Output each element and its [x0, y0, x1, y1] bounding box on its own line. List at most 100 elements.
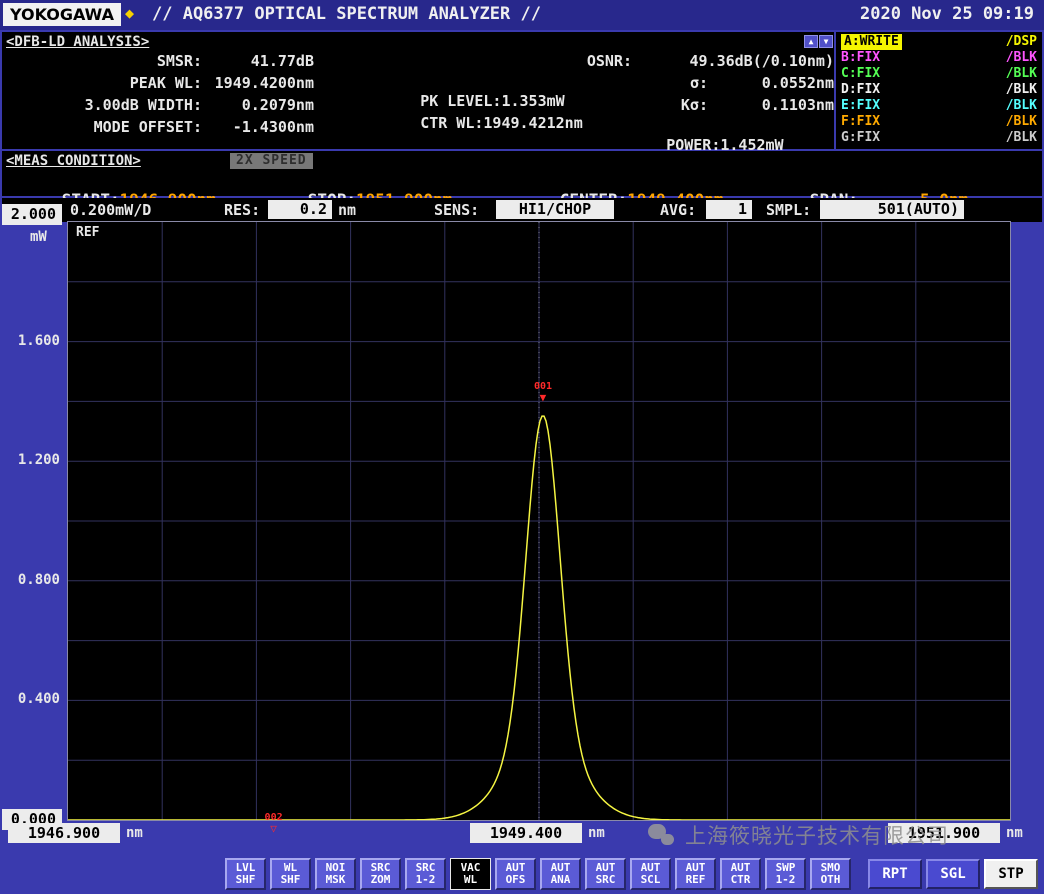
trace-a-name: A:WRITE: [841, 34, 902, 50]
watermark: 上海筱晓光子技术有限公司: [648, 820, 949, 850]
softkey-aut-ref[interactable]: AUTREF: [675, 858, 716, 890]
trace-row-b[interactable]: B:FIX /BLK: [841, 50, 1037, 66]
sens-field[interactable]: HI1/CHOP: [496, 200, 614, 219]
smpl-label: SMPL:: [766, 201, 811, 219]
analysis-title: <DFB-LD ANALYSIS>: [6, 34, 149, 50]
trace-row-c[interactable]: C:FIX /BLK: [841, 66, 1037, 82]
speed-badge: 2X SPEED: [230, 153, 313, 169]
chat-bubbles-icon: [648, 822, 678, 849]
width-3db-label: 3.00dB WIDTH:: [2, 96, 202, 114]
trace-f-status: /BLK: [1006, 114, 1037, 130]
rpt-button[interactable]: RPT: [868, 859, 922, 889]
stp-button[interactable]: STP: [984, 859, 1038, 889]
trace-status-panel: A:WRITE /DSP B:FIX /BLK C:FIX /BLK D:FIX…: [836, 32, 1042, 149]
x-center-field[interactable]: 1949.400: [470, 823, 582, 843]
avg-label: AVG:: [660, 201, 696, 219]
softkey-swp-1-2[interactable]: SWP1-2: [765, 858, 806, 890]
scroll-up-button[interactable]: ▲: [804, 35, 818, 48]
peak-wl-value: 1949.4200nm: [202, 74, 314, 92]
ref-label: REF: [76, 225, 99, 240]
trace-row-e[interactable]: E:FIX /BLK: [841, 98, 1037, 114]
spectrum-graph: REF 001▼002▽: [68, 222, 1010, 820]
softkey-vac-wl[interactable]: VACWL: [450, 858, 491, 890]
osnr-value: 49.36dB(/0.10nm): [632, 52, 834, 70]
smsr-readout: SMSR: 41.77dB: [2, 52, 314, 70]
watermark-text: 上海筱晓光子技术有限公司: [685, 820, 949, 850]
meas-condition-title: <MEAS CONDITION>: [6, 153, 141, 169]
softkey-aut-ctr[interactable]: AUTCTR: [720, 858, 761, 890]
avg-field[interactable]: 1: [706, 200, 752, 219]
sweep-settings-band: 0.200mW/D RES: 0.2 nm SENS: HI1/CHOP AVG…: [2, 198, 1042, 222]
spectrum-plot: [68, 222, 1010, 820]
trace-g-status: /BLK: [1006, 130, 1037, 146]
trace-row-a[interactable]: A:WRITE /DSP: [841, 34, 1037, 50]
ctr-wl-label: CTR WL:: [420, 114, 483, 132]
yokogawa-logo: YOKOGAWA: [3, 3, 121, 26]
ksigma-value: 0.1103nm: [708, 96, 834, 114]
smsr-value: 41.77dB: [202, 52, 314, 70]
marker-002: 002▽: [260, 813, 288, 834]
peak-wl-readout: PEAK WL: 1949.4200nm: [2, 74, 314, 92]
scroll-down-button[interactable]: ▼: [819, 35, 833, 48]
trace-row-d[interactable]: D:FIX /BLK: [841, 82, 1037, 98]
ksigma-label: Kσ:: [538, 96, 708, 114]
osnr-label: OSNR:: [538, 52, 632, 70]
osa-screen: YOKOGAWA ◆ // AQ6377 OPTICAL SPECTRUM AN…: [0, 0, 1044, 894]
res-unit: nm: [338, 201, 356, 219]
trace-c-status: /BLK: [1006, 66, 1037, 82]
x-start-unit: nm: [126, 825, 143, 841]
y-tick-0400: 0.400: [2, 691, 60, 707]
trace-a-status: /DSP: [1006, 34, 1037, 50]
peak-wl-label: PEAK WL:: [2, 74, 202, 92]
softkey-lvl-shf[interactable]: LVLSHF: [225, 858, 266, 890]
smsr-label: SMSR:: [2, 52, 202, 70]
sigma-value: 0.0552nm: [708, 74, 834, 92]
x-stop-unit: nm: [1006, 825, 1023, 841]
mode-offset-label: MODE OFFSET:: [2, 118, 202, 136]
app-title: // AQ6377 OPTICAL SPECTRUM ANALYZER //: [152, 4, 541, 24]
softkey-wl-shf[interactable]: WLSHF: [270, 858, 311, 890]
level-unit: mW: [30, 229, 47, 245]
softkey-src-zom[interactable]: SRCZOM: [360, 858, 401, 890]
level-scale-readout: 0.200mW/D: [70, 201, 151, 219]
trace-e-status: /BLK: [1006, 98, 1037, 114]
softkey-aut-scl[interactable]: AUTSCL: [630, 858, 671, 890]
softkey-aut-ana[interactable]: AUTANA: [540, 858, 581, 890]
ctr-wl-value: 1949.4212nm: [483, 114, 582, 132]
softkey-smo-oth[interactable]: SMOOTH: [810, 858, 851, 890]
softkey-aut-ofs[interactable]: AUTOFS: [495, 858, 536, 890]
softkey-noi-msk[interactable]: NOIMSK: [315, 858, 356, 890]
y-tick-1200: 1.200: [2, 452, 60, 468]
sigma-label: σ:: [538, 74, 708, 92]
x-center-unit: nm: [588, 825, 605, 841]
level-top-field[interactable]: 2.000: [2, 204, 62, 225]
diamond-icon: ◆: [125, 4, 134, 22]
softkey-aut-src[interactable]: AUTSRC: [585, 858, 626, 890]
trace-row-f[interactable]: F:FIX /BLK: [841, 114, 1037, 130]
title-bar: YOKOGAWA ◆ // AQ6377 OPTICAL SPECTRUM AN…: [0, 0, 1044, 30]
trace-g-name: G:FIX: [841, 130, 880, 146]
trace-d-name: D:FIX: [841, 82, 880, 98]
trace-b-status: /BLK: [1006, 50, 1037, 66]
dfb-ld-analysis-panel: <DFB-LD ANALYSIS> ▲ ▼ SMSR: 41.77dB PEAK…: [2, 32, 834, 149]
res-field[interactable]: 0.2: [268, 200, 332, 219]
trace-b-name: B:FIX: [841, 50, 880, 66]
marker-001: 001▼: [529, 382, 557, 403]
x-start-field[interactable]: 1946.900: [8, 823, 120, 843]
width-3db-readout: 3.00dB WIDTH: 0.2079nm: [2, 96, 314, 114]
trace-e-name: E:FIX: [841, 98, 880, 114]
trace-d-status: /BLK: [1006, 82, 1037, 98]
y-tick-1600: 1.600: [2, 333, 60, 349]
sens-label: SENS:: [434, 201, 479, 219]
smpl-field[interactable]: 501(AUTO): [820, 200, 964, 219]
y-tick-0800: 0.800: [2, 572, 60, 588]
trace-row-g[interactable]: G:FIX /BLK: [841, 130, 1037, 146]
sigma-readout: σ: 0.0552nm: [538, 74, 834, 92]
datetime: 2020 Nov 25 09:19: [860, 4, 1034, 24]
meas-condition-panel: <MEAS CONDITION> 2X SPEED START:1946.900…: [2, 151, 1042, 196]
softkey-src-1-2[interactable]: SRC1-2: [405, 858, 446, 890]
ksigma-readout: Kσ: 0.1103nm: [538, 96, 834, 114]
mode-offset-readout: MODE OFFSET: -1.4300nm: [2, 118, 314, 136]
mode-offset-value: -1.4300nm: [202, 118, 314, 136]
sgl-button[interactable]: SGL: [926, 859, 980, 889]
